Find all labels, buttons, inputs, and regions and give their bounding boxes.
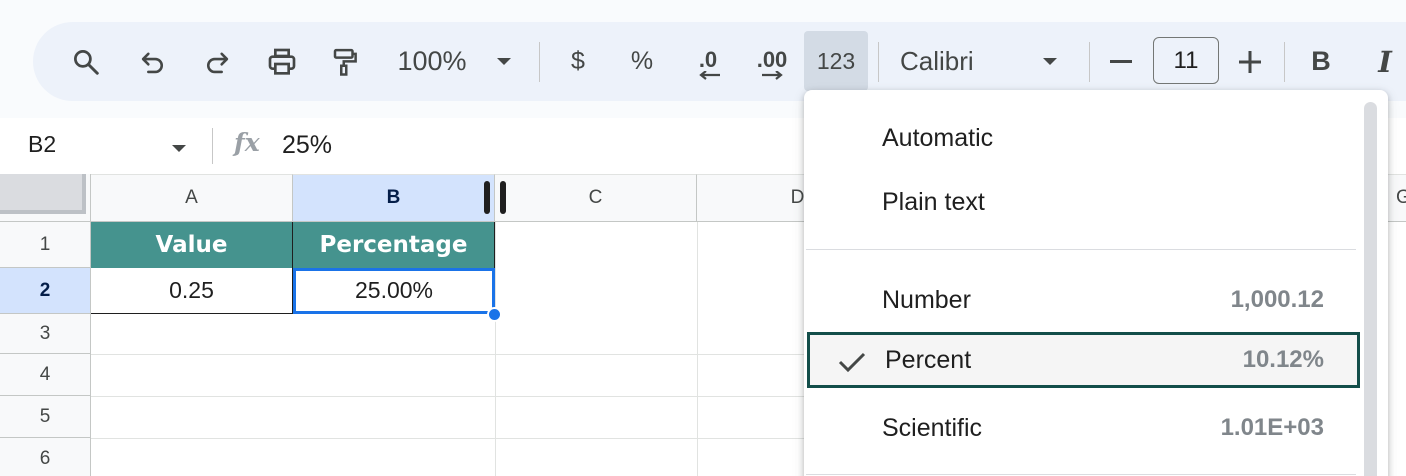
cell-a2[interactable]: 0.25: [91, 268, 293, 314]
print-icon[interactable]: [262, 22, 302, 101]
column-header-c[interactable]: C: [495, 174, 697, 222]
toolbar-divider: [878, 42, 879, 82]
menu-item-label: Automatic: [882, 123, 994, 152]
menu-scrollbar-thumb[interactable]: [1364, 102, 1377, 476]
gridline: [91, 354, 811, 355]
formula-bar-divider: [212, 128, 213, 164]
increase-decimal-label: .00: [756, 46, 788, 72]
decrease-decimal-label: .0: [698, 46, 718, 72]
name-box-dropdown-icon[interactable]: [171, 141, 187, 159]
decrease-decimal-button[interactable]: .0: [684, 22, 732, 101]
menu-item-scientific[interactable]: Scientific 1.01E+03: [804, 396, 1360, 460]
menu-divider: [806, 249, 1356, 250]
column-resize-handle[interactable]: [500, 181, 506, 214]
increase-decimal-button[interactable]: .00: [748, 22, 796, 101]
menu-item-percent[interactable]: Percent 10.12%: [807, 332, 1360, 388]
gridline: [91, 438, 811, 439]
cell-b1[interactable]: Percentage: [293, 222, 495, 268]
percent-format-button[interactable]: %: [622, 22, 662, 101]
arrow-left-icon: [699, 70, 720, 80]
menu-item-number[interactable]: Number 1,000.12: [804, 268, 1360, 332]
menu-item-automatic[interactable]: Automatic: [804, 106, 1360, 170]
menu-item-label: Scientific: [882, 413, 983, 442]
zoom-select[interactable]: 100%: [392, 22, 472, 101]
menu-item-example: 10.12%: [1242, 346, 1324, 373]
row-header-6[interactable]: 6: [0, 438, 91, 476]
paint-format-icon[interactable]: [325, 22, 365, 101]
number-format-menu: Automatic Plain text Number 1,000.12 Per…: [804, 90, 1388, 476]
row-header-2[interactable]: 2: [0, 268, 91, 314]
font-size-input[interactable]: 11: [1153, 37, 1219, 84]
menu-item-label: Plain text: [882, 187, 985, 216]
row-header-3[interactable]: 3: [0, 314, 91, 354]
zoom-dropdown-icon[interactable]: [490, 22, 518, 101]
corner-freeze-handle[interactable]: [0, 174, 86, 214]
toolbar-divider: [1089, 42, 1090, 82]
search-icon[interactable]: [66, 22, 106, 101]
cell-a1[interactable]: Value: [91, 222, 293, 268]
menu-item-label: Percent: [885, 345, 972, 374]
check-icon: [838, 352, 866, 373]
menu-item-example: 1.01E+03: [1220, 414, 1324, 441]
undo-icon[interactable]: [133, 22, 173, 101]
menu-item-plain-text[interactable]: Plain text: [804, 170, 1360, 234]
toolbar-divider: [539, 42, 540, 82]
column-header-a[interactable]: A: [91, 174, 293, 222]
menu-divider: [806, 474, 1356, 475]
currency-format-button[interactable]: $: [560, 22, 596, 101]
row-header-5[interactable]: 5: [0, 396, 91, 438]
row-header-4[interactable]: 4: [0, 354, 91, 396]
column-resize-handle[interactable]: [484, 181, 490, 214]
active-cell-outline: [293, 268, 495, 314]
menu-item-example: 1,000.12: [1230, 286, 1324, 313]
toolbar-divider: [1284, 42, 1285, 82]
redo-icon[interactable]: [197, 22, 237, 101]
fx-icon: fx: [234, 128, 260, 157]
name-box[interactable]: B2: [28, 131, 56, 158]
gridline: [91, 396, 811, 397]
row-header-1[interactable]: 1: [0, 222, 91, 268]
fill-handle[interactable]: [487, 307, 502, 322]
arrow-right-icon: [762, 70, 783, 80]
column-header-b[interactable]: B: [293, 174, 495, 222]
menu-item-label: Number: [882, 285, 971, 314]
more-formats-button[interactable]: 123: [804, 31, 868, 91]
formula-input[interactable]: 25%: [282, 131, 332, 160]
